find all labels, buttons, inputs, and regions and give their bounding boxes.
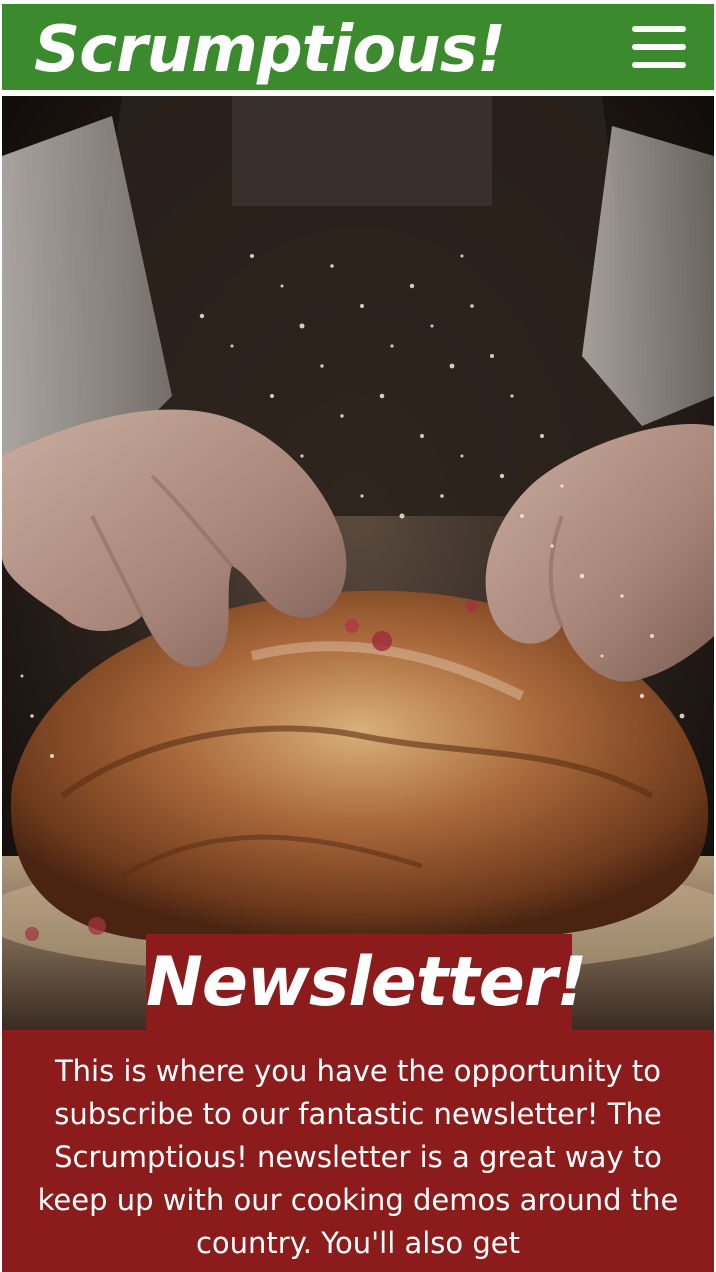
newsletter-section: This is where you have the opportunity t… [2,1030,714,1272]
menu-bar [632,62,686,68]
menu-bar [632,44,686,50]
newsletter-heading: Newsletter! [146,943,587,1022]
site-title[interactable]: Scrumptious! [34,12,506,88]
menu-bar [632,26,686,32]
bread-kneading-illustration [2,96,714,1030]
newsletter-description: This is where you have the opportunity t… [37,1054,679,1260]
site-header: Scrumptious! [2,4,714,90]
newsletter-heading-banner: Newsletter! [146,934,587,1030]
hamburger-menu-icon[interactable] [632,24,686,70]
page: Scrumptious! Newsletter! This is where y… [0,0,716,1272]
hero-image [2,96,714,1030]
